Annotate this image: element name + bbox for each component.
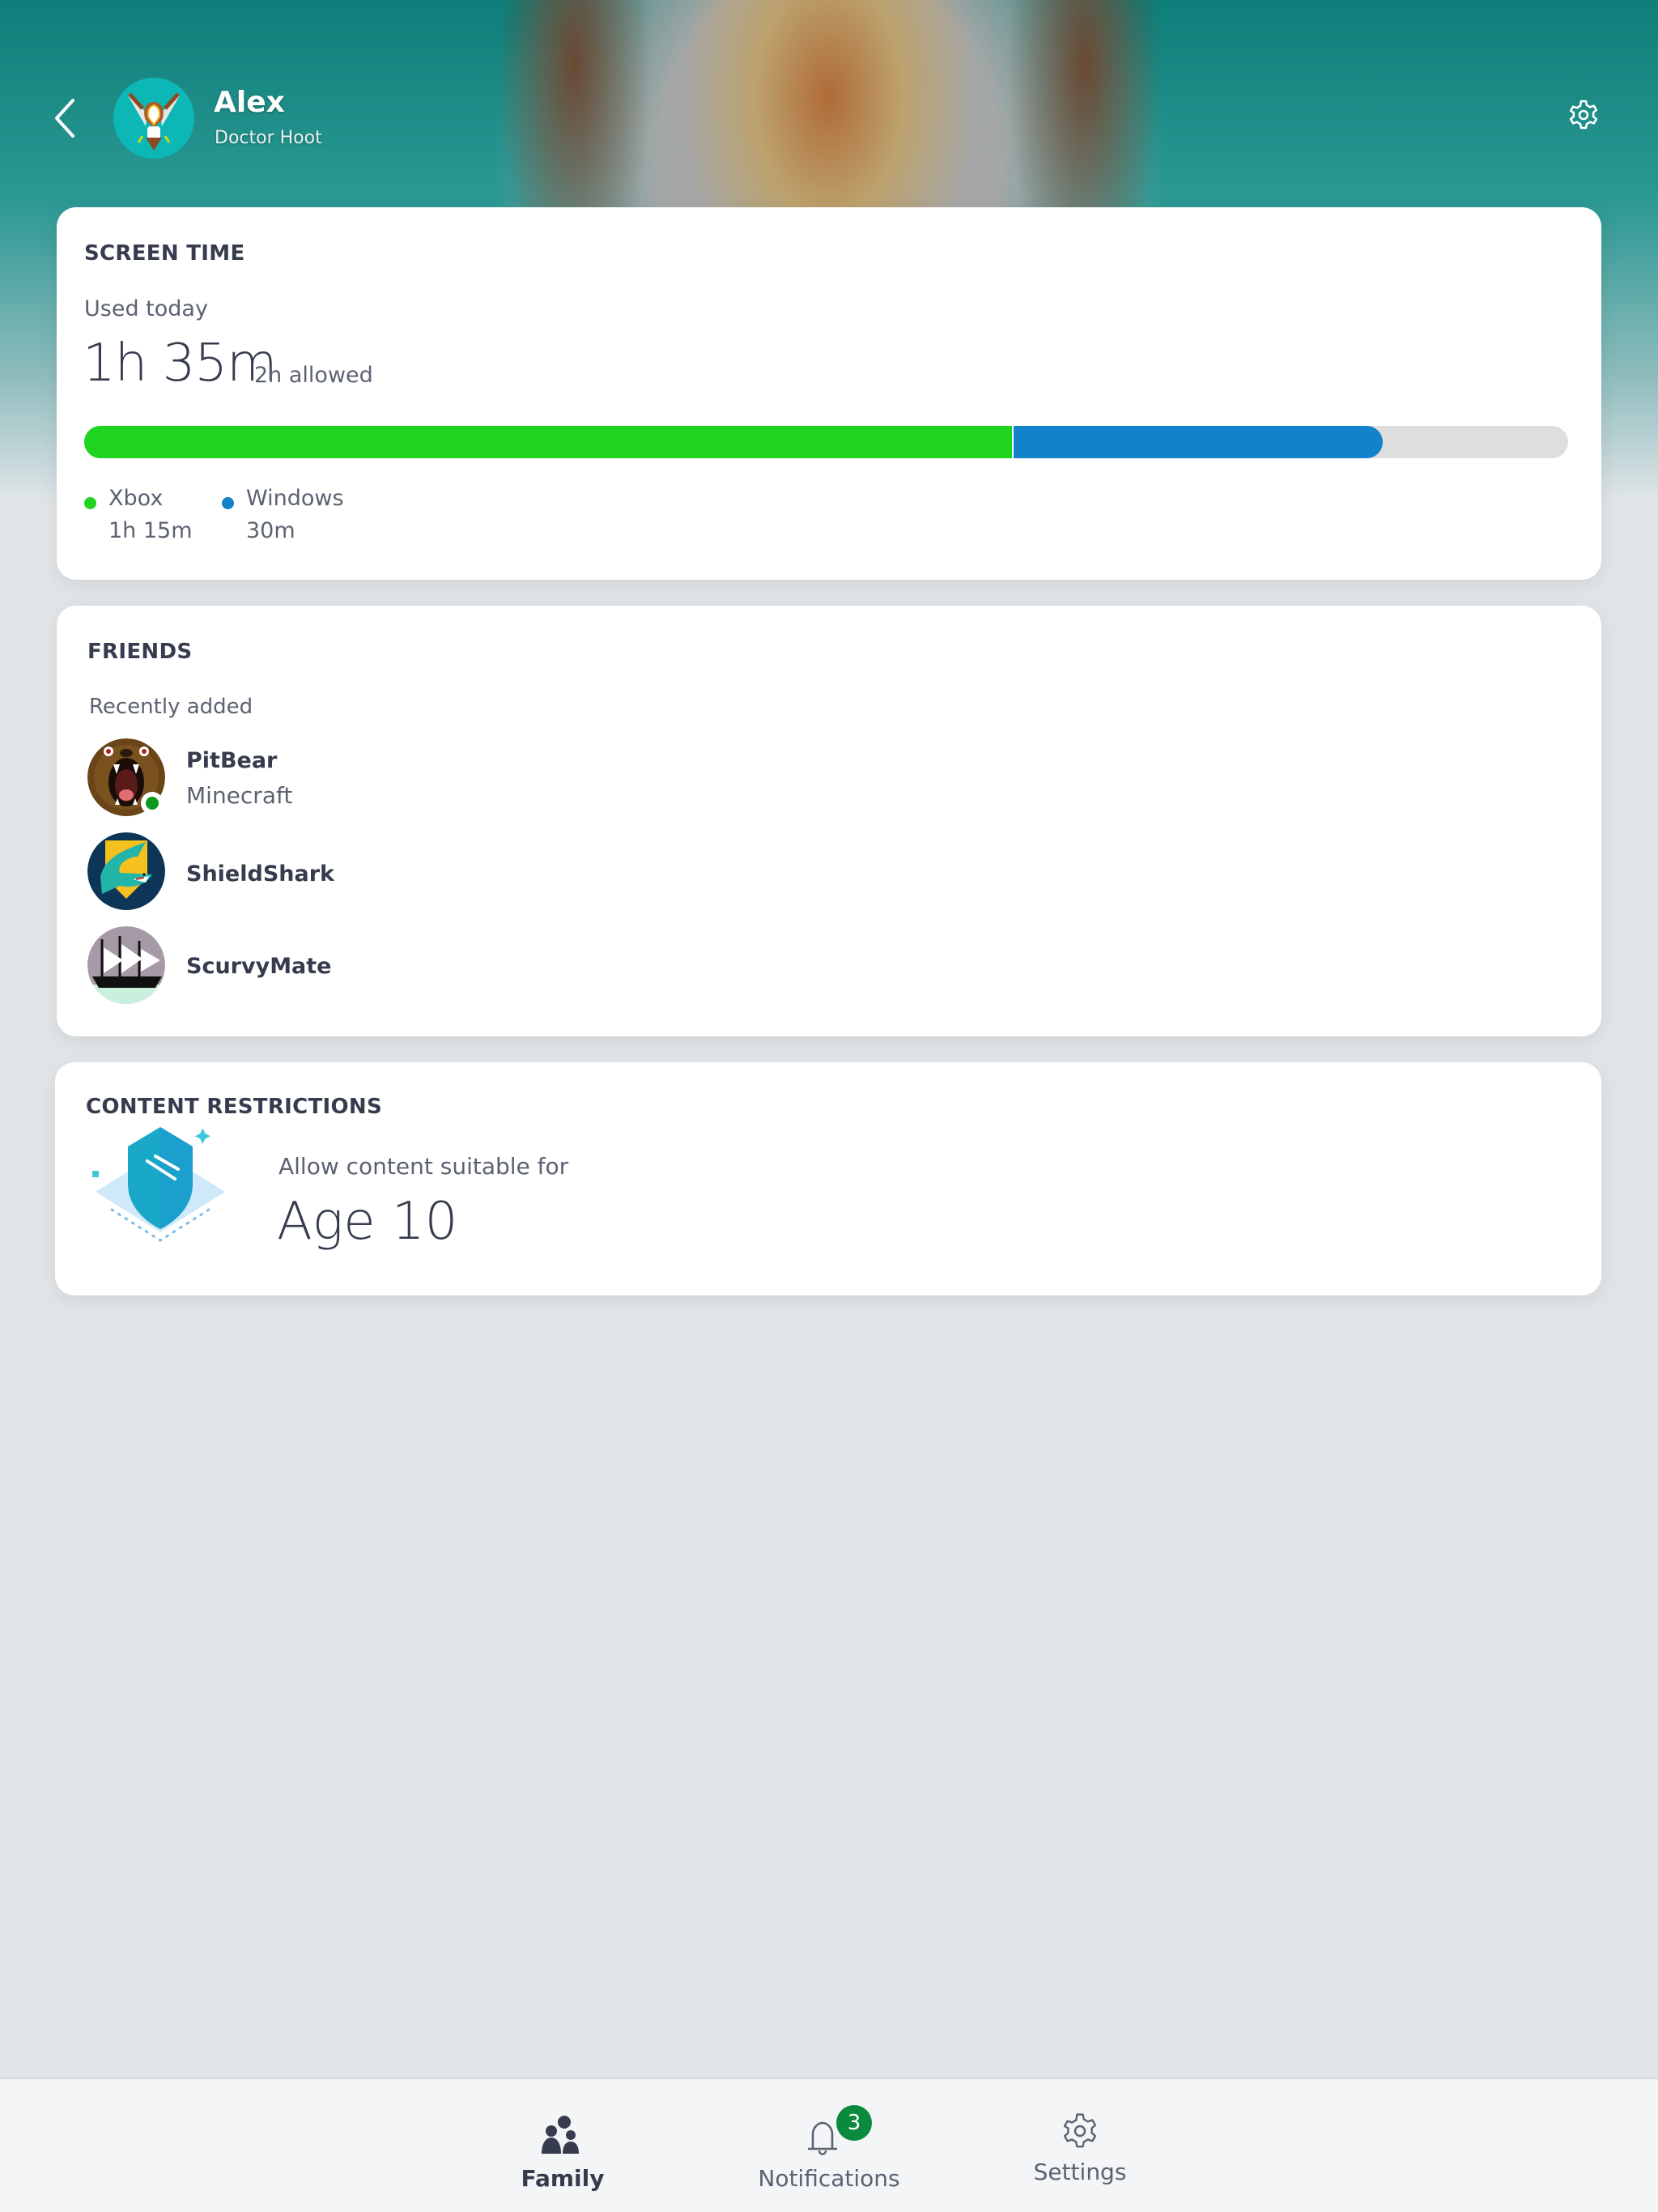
recently-added-label: Recently added bbox=[89, 695, 253, 719]
screen-time-title: SCREEN TIME bbox=[84, 241, 245, 266]
windows-legend-dot bbox=[222, 497, 234, 509]
gear-icon bbox=[1063, 2113, 1097, 2148]
friend-item-pitbear[interactable]: PitBear Minecraft bbox=[87, 738, 816, 819]
family-icon bbox=[542, 2116, 579, 2154]
shield-icon bbox=[87, 1127, 233, 1273]
screen-time-card[interactable]: SCREEN TIME Used today 1h 35m 2h allowed… bbox=[57, 207, 1601, 580]
friend-name: PitBear bbox=[186, 748, 278, 773]
progress-segment-xbox bbox=[84, 426, 1012, 458]
friend-name: ScurvyMate bbox=[186, 954, 332, 979]
avatar bbox=[113, 78, 194, 159]
gear-icon bbox=[1569, 100, 1598, 130]
screen-time-progress-bar bbox=[84, 426, 1568, 458]
friend-item-shieldshark[interactable]: ShieldShark bbox=[87, 832, 816, 913]
friend-item-scurvymate[interactable]: ScurvyMate bbox=[87, 926, 816, 1007]
chevron-left-icon bbox=[55, 99, 74, 138]
friend-activity: Minecraft bbox=[186, 782, 293, 809]
used-today-value: 1h 35m bbox=[83, 334, 277, 393]
age-rating-value: Age 10 bbox=[277, 1192, 458, 1252]
nav-label: Settings bbox=[1033, 2159, 1127, 2185]
nav-tab-family[interactable]: Family bbox=[466, 2079, 660, 2212]
legend-label: Windows bbox=[246, 486, 344, 511]
legend-value: 1h 15m bbox=[108, 518, 193, 543]
content-restrictions-card[interactable]: CONTENT RESTRICTIONS Allow content suita… bbox=[55, 1062, 1601, 1295]
content-restrictions-title: CONTENT RESTRICTIONS bbox=[86, 1095, 383, 1119]
avatar bbox=[87, 832, 165, 910]
shark-avatar-icon bbox=[87, 832, 165, 910]
back-button[interactable] bbox=[49, 94, 81, 143]
bell-icon bbox=[808, 2121, 837, 2155]
nav-label: Family bbox=[521, 2165, 605, 2192]
xbox-legend-dot bbox=[84, 497, 96, 509]
legend-label: Xbox bbox=[108, 486, 164, 511]
profile-settings-button[interactable] bbox=[1567, 99, 1600, 131]
nav-tab-settings[interactable]: Settings bbox=[983, 2079, 1177, 2212]
friends-card[interactable]: FRIENDS Recently added PitBear Minecraft bbox=[57, 606, 1601, 1036]
online-status-indicator bbox=[141, 792, 164, 815]
bottom-navigation: Family 3 Notifications Settings bbox=[0, 2078, 1658, 2212]
notification-badge: 3 bbox=[836, 2105, 872, 2141]
nav-label: Notifications bbox=[758, 2165, 900, 2192]
progress-segment-windows bbox=[1011, 426, 1383, 458]
gamertag: Doctor Hoot bbox=[215, 128, 322, 148]
nav-tab-notifications[interactable]: 3 Notifications bbox=[732, 2079, 926, 2212]
allowed-time: 2h allowed bbox=[254, 363, 373, 388]
allow-content-label: Allow content suitable for bbox=[278, 1153, 569, 1180]
used-today-label: Used today bbox=[84, 296, 208, 321]
ship-avatar-icon bbox=[87, 926, 165, 1004]
legend-value: 30m bbox=[246, 518, 295, 543]
owl-avatar-icon bbox=[128, 92, 180, 151]
friend-name: ShieldShark bbox=[186, 861, 334, 887]
friends-title: FRIENDS bbox=[87, 640, 193, 664]
user-name: Alex bbox=[214, 86, 285, 119]
profile-header: Alex Doctor Hoot bbox=[0, 78, 1658, 159]
avatar bbox=[87, 926, 165, 1004]
